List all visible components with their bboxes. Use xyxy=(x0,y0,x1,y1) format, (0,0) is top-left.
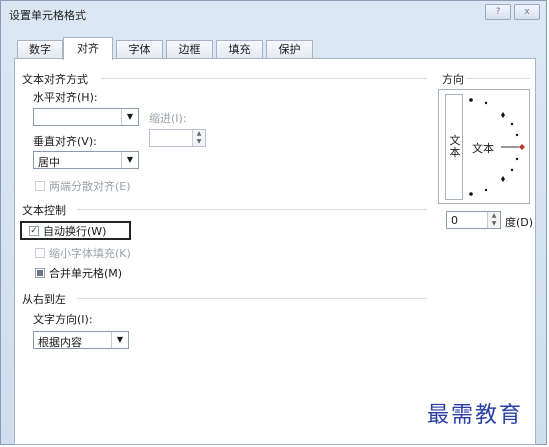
spin-down-icon[interactable]: ▼ xyxy=(488,220,500,228)
merge-cells-checkbox[interactable] xyxy=(35,268,45,278)
dial-point xyxy=(515,157,519,161)
text-direction-select[interactable]: 根据内容 ▼ xyxy=(33,331,129,349)
vertical-text-label: 文本 xyxy=(449,134,461,159)
degrees-value: 0 xyxy=(451,214,458,227)
spin-up-icon[interactable]: ▲ xyxy=(488,212,500,220)
vertical-text-button[interactable]: 文本 xyxy=(445,94,463,200)
chevron-down-icon[interactable]: ▼ xyxy=(121,109,138,125)
dial-diamond xyxy=(501,176,505,182)
format-cells-dialog: 设置单元格格式 ? x 数字 对齐 字体 边框 填充 保护 文本对齐方式 水平对… xyxy=(0,0,547,445)
group-divider xyxy=(77,298,427,299)
text-direction-value: 根据内容 xyxy=(38,336,82,349)
indent-spinner[interactable]: ▲ ▼ xyxy=(149,129,206,147)
tab-font[interactable]: 字体 xyxy=(116,40,163,59)
degrees-spinner[interactable]: 0 ▲ ▼ xyxy=(446,211,501,229)
dial-point xyxy=(469,98,473,102)
orientation-dial[interactable]: 文本 xyxy=(465,94,527,200)
group-divider xyxy=(101,78,427,79)
distributed-label: 两端分散对齐(E) xyxy=(49,180,131,193)
merge-cells-label: 合并单元格(M) xyxy=(49,267,123,280)
rtl-group-title: 从右到左 xyxy=(22,293,66,306)
distributed-checkbox[interactable] xyxy=(35,181,45,191)
text-alignment-group-title: 文本对齐方式 xyxy=(22,73,88,86)
spin-down-icon[interactable]: ▼ xyxy=(193,138,205,146)
wrap-text-label: 自动换行(W) xyxy=(43,225,107,238)
tab-border[interactable]: 边框 xyxy=(166,40,213,59)
shrink-to-fit-checkbox[interactable] xyxy=(35,248,45,258)
tab-fill[interactable]: 填充 xyxy=(216,40,263,59)
dial-point xyxy=(510,168,514,172)
shrink-to-fit-label: 缩小字体填充(K) xyxy=(49,247,131,260)
dial-marker[interactable] xyxy=(519,144,525,150)
help-button[interactable]: ? xyxy=(485,4,511,20)
wrap-text-checkbox[interactable]: ✓ xyxy=(29,226,39,236)
orientation-group-title: 方向 xyxy=(442,73,464,86)
dial-point xyxy=(510,122,514,126)
close-button[interactable]: x xyxy=(514,4,540,20)
indent-spinner-buttons[interactable]: ▲ ▼ xyxy=(192,130,205,146)
orientation-box: 文本 文本 xyxy=(438,89,530,204)
group-divider xyxy=(77,209,427,210)
indent-label: 缩进(I): xyxy=(149,112,187,125)
group-divider xyxy=(466,78,530,79)
title-bar: 设置单元格格式 ? x xyxy=(1,1,548,27)
alignment-panel: 文本对齐方式 水平对齐(H): ▼ 缩进(I): ▲ ▼ 垂直对齐(V): 居中… xyxy=(14,58,536,445)
chevron-down-icon[interactable]: ▼ xyxy=(111,332,128,348)
text-direction-label: 文字方向(I): xyxy=(33,313,93,326)
watermark: 最需教育 xyxy=(427,403,524,428)
dial-point xyxy=(469,192,473,196)
dial-point xyxy=(484,188,488,192)
dial-diamond xyxy=(501,112,505,118)
degrees-spinner-buttons[interactable]: ▲ ▼ xyxy=(487,212,500,228)
tab-protection[interactable]: 保护 xyxy=(266,40,313,59)
vertical-align-select[interactable]: 居中 ▼ xyxy=(33,151,139,169)
spin-up-icon[interactable]: ▲ xyxy=(193,130,205,138)
vertical-align-label: 垂直对齐(V): xyxy=(33,135,97,148)
dial-point xyxy=(515,133,519,137)
dialog-title: 设置单元格格式 xyxy=(9,9,86,22)
text-control-group-title: 文本控制 xyxy=(22,204,66,217)
chevron-down-icon[interactable]: ▼ xyxy=(121,152,138,168)
vertical-align-value: 居中 xyxy=(38,156,60,169)
degrees-label: 度(D) xyxy=(505,216,534,229)
dial-point xyxy=(484,101,488,105)
tab-alignment[interactable]: 对齐 xyxy=(63,37,113,60)
horizontal-align-select[interactable]: ▼ xyxy=(33,108,139,126)
tab-number[interactable]: 数字 xyxy=(17,40,63,59)
dial-text: 文本 xyxy=(472,142,494,155)
tab-strip: 数字 对齐 字体 边框 填充 保护 xyxy=(17,37,537,60)
horizontal-align-label: 水平对齐(H): xyxy=(33,91,98,104)
